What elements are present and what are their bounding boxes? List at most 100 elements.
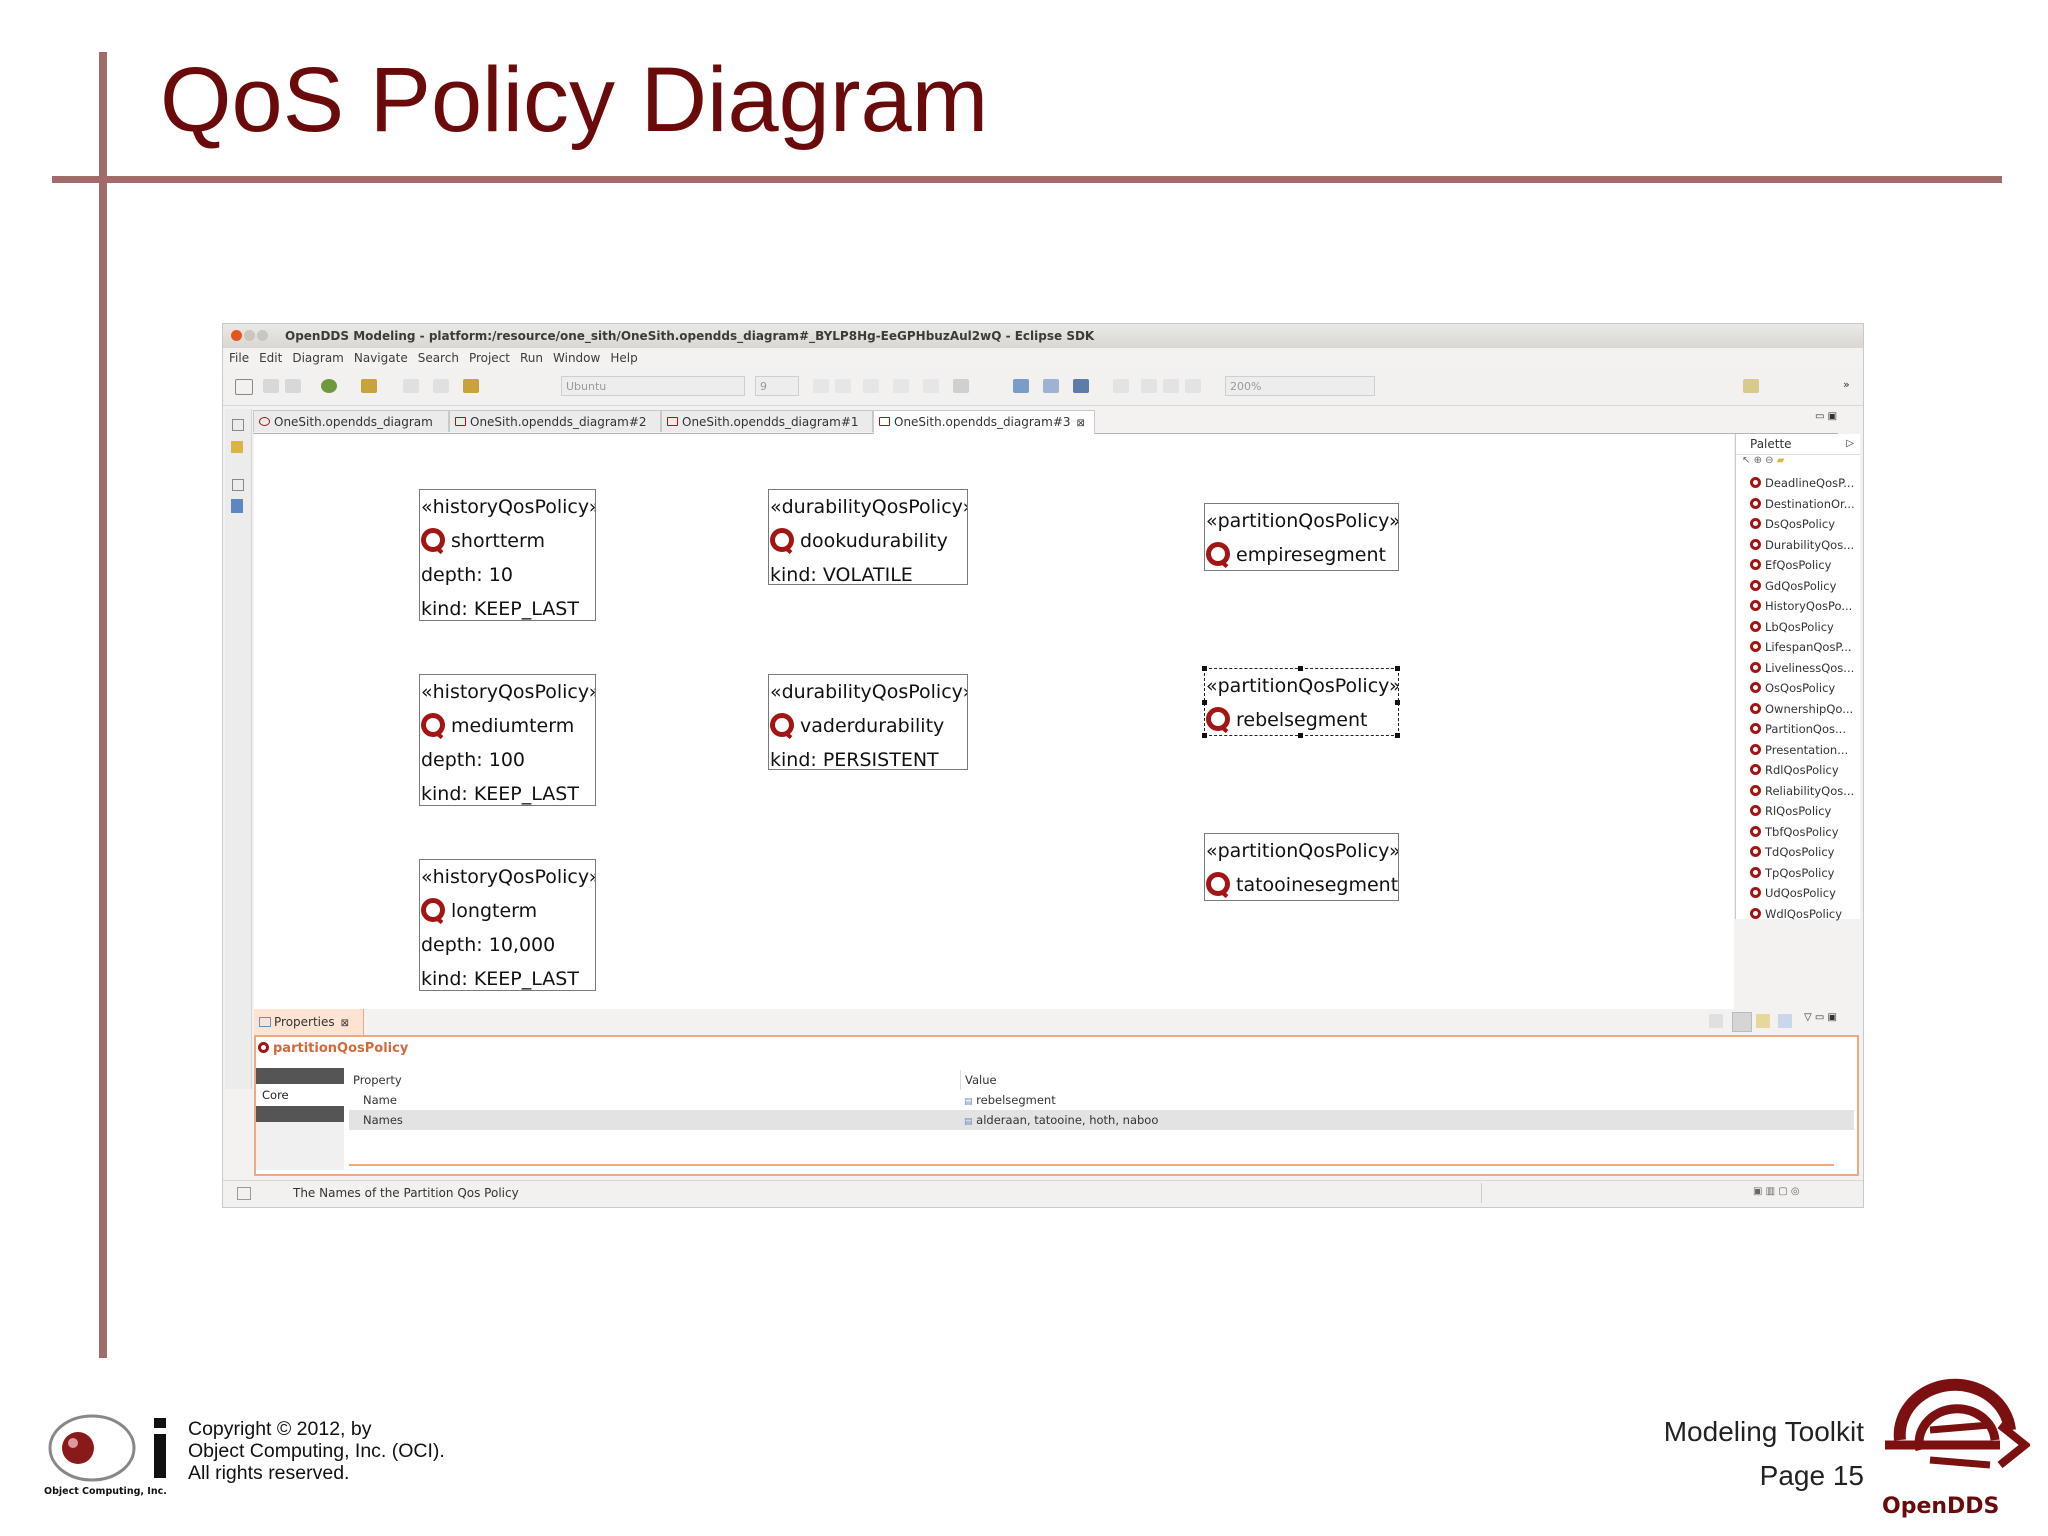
palette-item[interactable]: GdQosPolicy bbox=[1736, 576, 1860, 597]
tab-onesith-diagram-1[interactable]: OneSith.opendds_diagram#1 bbox=[661, 410, 873, 432]
palette-item[interactable]: WdlQosPolicy bbox=[1736, 904, 1860, 925]
outline-icon[interactable] bbox=[231, 499, 243, 513]
menu-window[interactable]: Window bbox=[553, 351, 600, 365]
resize-handle[interactable] bbox=[1202, 666, 1207, 671]
restore-icon[interactable] bbox=[232, 419, 244, 431]
print-icon[interactable] bbox=[285, 379, 301, 393]
menu-help[interactable]: Help bbox=[610, 351, 637, 365]
zoom-in-tool-icon[interactable]: ⊕ bbox=[1754, 455, 1762, 466]
show-advanced-icon[interactable] bbox=[1756, 1014, 1770, 1028]
bold-icon[interactable] bbox=[813, 379, 829, 393]
nav-back-icon[interactable] bbox=[403, 379, 419, 393]
partition-node-rebelsegment[interactable]: «partitionQosPolicy» rebelsegment bbox=[1204, 668, 1399, 736]
minimize-window-button[interactable] bbox=[244, 330, 255, 341]
package-explorer-icon[interactable] bbox=[231, 441, 243, 453]
menu-file[interactable]: File bbox=[229, 351, 249, 365]
zoom-out-tool-icon[interactable]: ⊖ bbox=[1765, 455, 1773, 466]
maximize-window-button[interactable] bbox=[257, 330, 268, 341]
resize-handle[interactable] bbox=[1395, 666, 1400, 671]
history-node-mediumterm[interactable]: «historyQosPolicy» mediumterm depth: 100… bbox=[419, 674, 596, 806]
minimize-editor-icon[interactable]: ▭ ▣ bbox=[1815, 411, 1837, 422]
resize-handle[interactable] bbox=[1395, 733, 1400, 738]
fill-color-icon[interactable] bbox=[893, 379, 909, 393]
show-categories-icon[interactable] bbox=[1732, 1012, 1752, 1032]
durability-node-vaderdurability[interactable]: «durabilityQosPolicy» vaderdurability ki… bbox=[768, 674, 968, 770]
nav-forward-icon[interactable] bbox=[433, 379, 449, 393]
pointer-tool-icon[interactable]: ↖ bbox=[1742, 455, 1750, 466]
font-color-icon[interactable] bbox=[863, 379, 879, 393]
back-icon[interactable] bbox=[463, 379, 479, 393]
diagram-canvas[interactable]: «historyQosPolicy» shortterm depth: 10 k… bbox=[254, 434, 1734, 1089]
palette-item[interactable]: TbfQosPolicy bbox=[1736, 822, 1860, 843]
menu-diagram[interactable]: Diagram bbox=[292, 351, 344, 365]
save-icon[interactable] bbox=[263, 379, 279, 393]
palette-item[interactable]: RdlQosPolicy bbox=[1736, 760, 1860, 781]
palette-item[interactable]: RlQosPolicy bbox=[1736, 801, 1860, 822]
close-window-button[interactable] bbox=[231, 330, 242, 341]
line-color-icon[interactable] bbox=[923, 379, 939, 393]
palette-item[interactable]: HistoryQosPo... bbox=[1736, 596, 1860, 617]
more-chevron-icon[interactable]: » bbox=[1843, 378, 1850, 391]
palette-item[interactable]: UdQosPolicy bbox=[1736, 883, 1860, 904]
palette-item[interactable]: DeadlineQosP... bbox=[1736, 473, 1860, 494]
align-icon[interactable] bbox=[1073, 379, 1089, 393]
perspective-icon[interactable] bbox=[1743, 379, 1759, 393]
palette-item[interactable]: OwnershipQo... bbox=[1736, 699, 1860, 720]
resize-handle[interactable] bbox=[1202, 733, 1207, 738]
category-core[interactable]: Core bbox=[256, 1084, 344, 1106]
resize-handle[interactable] bbox=[1298, 666, 1303, 671]
tab-onesith-diagram-3[interactable]: OneSith.opendds_diagram#3 ⊠ bbox=[873, 410, 1095, 434]
restore-icon-2[interactable] bbox=[232, 479, 244, 491]
palette-collapse-icon[interactable]: ▷ bbox=[1846, 434, 1854, 454]
pin-icon[interactable] bbox=[1709, 1014, 1723, 1028]
close-tab-icon[interactable]: ⊠ bbox=[341, 1018, 349, 1029]
table-row[interactable]: Names ▤ alderaan, tatooine, hoth, naboo bbox=[349, 1110, 1854, 1130]
palette-item[interactable]: DsQosPolicy bbox=[1736, 514, 1860, 535]
property-value[interactable]: alderaan, tatooine, hoth, naboo bbox=[976, 1113, 1158, 1127]
note-tool-icon[interactable]: ▰ bbox=[1777, 455, 1785, 466]
select-all-icon[interactable] bbox=[1013, 379, 1029, 393]
palette-item[interactable]: OsQosPolicy bbox=[1736, 678, 1860, 699]
history-node-shortterm[interactable]: «historyQosPolicy» shortterm depth: 10 k… bbox=[419, 489, 596, 621]
palette-item[interactable]: PartitionQos... bbox=[1736, 719, 1860, 740]
font-size-combo[interactable]: 9 bbox=[755, 376, 799, 396]
trim-icons[interactable]: ▣ ▥ ▢ ◎ bbox=[1753, 1186, 1800, 1197]
palette-item[interactable]: DestinationOr... bbox=[1736, 494, 1860, 515]
fast-view-icon[interactable] bbox=[237, 1187, 251, 1200]
palette-item[interactable]: ReliabilityQos... bbox=[1736, 781, 1860, 802]
table-row[interactable]: Name ▤ rebelsegment bbox=[349, 1090, 1854, 1110]
resize-handle[interactable] bbox=[1298, 733, 1303, 738]
line-style-icon[interactable] bbox=[953, 379, 969, 393]
resize-handle[interactable] bbox=[1202, 700, 1207, 705]
property-value[interactable]: rebelsegment bbox=[976, 1093, 1056, 1107]
font-combo[interactable]: Ubuntu bbox=[561, 376, 745, 396]
resize-handle[interactable] bbox=[1395, 700, 1400, 705]
search-icon[interactable] bbox=[321, 379, 337, 393]
close-tab-icon[interactable]: ⊠ bbox=[1077, 418, 1085, 429]
partition-node-empiresegment[interactable]: «partitionQosPolicy» empiresegment bbox=[1204, 503, 1399, 571]
zoom-fit-icon[interactable] bbox=[1113, 379, 1129, 393]
menu-search[interactable]: Search bbox=[418, 351, 459, 365]
palette-item[interactable]: LbQosPolicy bbox=[1736, 617, 1860, 638]
menu-navigate[interactable]: Navigate bbox=[354, 351, 408, 365]
palette-item[interactable]: DurabilityQos... bbox=[1736, 535, 1860, 556]
palette-item[interactable]: LivelinessQos... bbox=[1736, 658, 1860, 679]
tab-properties[interactable]: Properties ⊠ bbox=[254, 1009, 365, 1035]
arrange-icon[interactable] bbox=[1043, 379, 1059, 393]
view-menu-icon[interactable]: ▽ ▭ ▣ bbox=[1804, 1012, 1837, 1023]
italic-icon[interactable] bbox=[835, 379, 851, 393]
delete-icon[interactable] bbox=[1163, 379, 1179, 393]
palette-item[interactable]: TpQosPolicy bbox=[1736, 863, 1860, 884]
palette-item[interactable]: EfQosPolicy bbox=[1736, 555, 1860, 576]
tab-onesith-diagram-2[interactable]: OneSith.opendds_diagram#2 bbox=[449, 410, 661, 432]
history-node-longterm[interactable]: «historyQosPolicy» longterm depth: 10,00… bbox=[419, 859, 596, 991]
edit-icon[interactable] bbox=[361, 379, 377, 393]
palette-item[interactable]: TdQosPolicy bbox=[1736, 842, 1860, 863]
restore-default-icon[interactable] bbox=[1778, 1014, 1792, 1028]
palette-item[interactable]: Presentation... bbox=[1736, 740, 1860, 761]
zoom-combo[interactable]: 200% bbox=[1225, 376, 1375, 396]
tab-onesith-diagram[interactable]: OneSith.opendds_diagram bbox=[253, 410, 449, 432]
new-icon[interactable] bbox=[235, 379, 253, 395]
palette-item[interactable]: LifespanQosP... bbox=[1736, 637, 1860, 658]
layout-icon[interactable] bbox=[1185, 379, 1201, 393]
